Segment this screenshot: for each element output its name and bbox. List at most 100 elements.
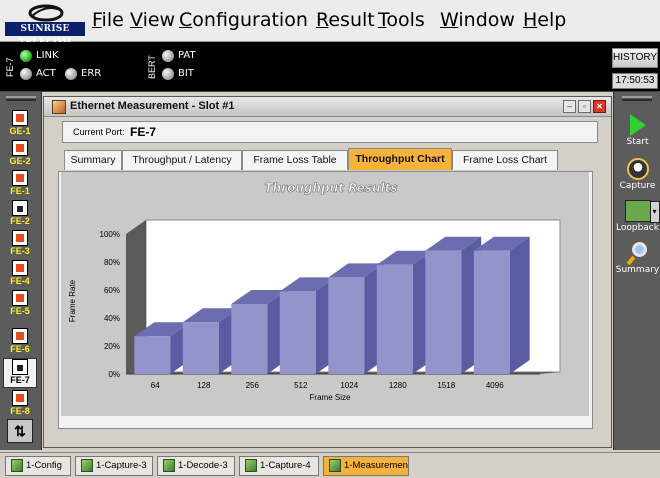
port-sidebar: GE-1 GE-2 FE-1 FE-2 FE-3 FE-4 FE-5 FE-6 … (0, 92, 42, 450)
tab-frame-loss-table[interactable]: Frame Loss Table (242, 150, 348, 170)
start-button[interactable]: Start (614, 114, 660, 147)
menu-view[interactable]: View (130, 9, 175, 31)
taskbar-item-1-capture-4[interactable]: 1-Capture-4 (239, 456, 319, 476)
window-title: Ethernet Measurement - Slot #1 (70, 100, 235, 112)
menu-window[interactable]: Window (440, 9, 515, 31)
sidebar-port-ge-2[interactable]: GE-2 (3, 140, 37, 170)
magnifier-icon (626, 242, 649, 266)
capture-button[interactable]: Capture (614, 158, 660, 191)
document-icon (245, 458, 257, 472)
err-led-icon (65, 68, 77, 80)
menu-file[interactable]: File (92, 9, 124, 31)
menu-bar: SUNRISE TELECOM File View Configuration … (0, 0, 660, 48)
sidebar-port-fe-2[interactable]: FE-2 (3, 200, 37, 230)
tab-bar: Summary Throughput / Latency Frame Loss … (64, 148, 564, 170)
act-led-icon (20, 68, 32, 80)
swap-arrows-button[interactable]: ⇅ (7, 419, 33, 443)
document-icon (11, 458, 23, 472)
clock-display: 17:50:53 (612, 73, 658, 89)
action-toolbar: Start Capture ▾ Loopback Summary (613, 92, 660, 450)
document-icon (163, 458, 175, 472)
port-icon (12, 230, 28, 246)
x-tick-label: 1518 (437, 381, 455, 390)
taskbar-item-1-config[interactable]: 1-Config (5, 456, 71, 476)
bit-led-icon (162, 68, 174, 80)
ethernet-port-icon (12, 359, 28, 375)
summary-button[interactable]: Summary (614, 242, 660, 275)
loopback-dropdown[interactable]: ▾ (649, 201, 660, 223)
port-icon (12, 290, 28, 306)
restore-button[interactable]: ▫ (578, 100, 591, 113)
menu-help[interactable]: Help (523, 9, 566, 31)
tab-throughput-chart[interactable]: Throughput Chart (348, 148, 452, 170)
measurement-window: Ethernet Measurement - Slot #1 – ▫ ✕ Cur… (43, 96, 612, 448)
sidebar-port-fe-7[interactable]: FE-7 (3, 358, 37, 388)
throughput-chart: Throughput Results 0% 20% 40% 60% 80% 100% Fram… (68, 181, 561, 402)
sidebar-grip[interactable] (6, 96, 36, 101)
err-label: ERR (81, 68, 102, 79)
y-tick-label: 20% (104, 342, 120, 351)
taskbar-item-1-capture-3[interactable]: 1-Capture-3 (75, 456, 153, 476)
current-port-row: Current Port: FE-7 (62, 121, 598, 143)
bar (328, 277, 365, 374)
port-icon (12, 328, 28, 344)
app-window: SUNRISE TELECOM File View Configuration … (0, 0, 660, 478)
bar (134, 336, 171, 374)
window-title-bar[interactable]: Ethernet Measurement - Slot #1 – ▫ ✕ (44, 97, 611, 117)
history-button[interactable]: HISTORY (612, 48, 658, 68)
toolbar-grip[interactable] (622, 96, 652, 101)
pat-label: PAT (178, 50, 196, 61)
document-icon (81, 458, 93, 472)
x-tick-label: 64 (151, 381, 160, 390)
sidebar-port-fe-5[interactable]: FE-5 (3, 290, 37, 320)
tab-summary[interactable]: Summary (64, 150, 122, 170)
tab-throughput-latency[interactable]: Throughput / Latency (122, 150, 242, 170)
y-tick-label: 100% (100, 230, 120, 239)
link-label: LINK (36, 50, 59, 61)
x-tick-label: 1024 (340, 381, 358, 390)
window-app-icon (52, 100, 66, 114)
status-bar: FE-7 LINK ACT ERR BERT PAT BIT HISTORY 1… (0, 42, 660, 92)
bit-label: BIT (178, 68, 194, 79)
loopback-button[interactable]: ▾ Loopback (614, 200, 660, 233)
sidebar-port-fe-1[interactable]: FE-1 (3, 170, 37, 200)
sidebar-port-fe-4[interactable]: FE-4 (3, 260, 37, 290)
close-button[interactable]: ✕ (593, 100, 606, 113)
play-icon (629, 114, 646, 136)
menu-tools[interactable]: Tools (378, 9, 425, 31)
port-icon (12, 260, 28, 276)
port-icon (12, 170, 28, 186)
sidebar-port-fe-3[interactable]: FE-3 (3, 230, 37, 260)
bar (425, 250, 462, 374)
x-axis-label: Frame Size (310, 393, 351, 402)
y-tick-label: 80% (104, 258, 120, 267)
tab-frame-loss-chart[interactable]: Frame Loss Chart (452, 150, 558, 170)
taskbar: 1-Config 1-Capture-3 1-Decode-3 1-Capture-4… (0, 452, 660, 478)
minimize-button[interactable]: – (563, 100, 576, 113)
y-axis-label: Frame Rate (68, 279, 77, 322)
x-tick-label: 512 (294, 381, 308, 390)
sidebar-port-ge-1[interactable]: GE-1 (3, 110, 37, 140)
bar (182, 322, 219, 374)
port-icon (12, 390, 28, 406)
taskbar-item-label: 1-Decode-3 (178, 460, 228, 471)
taskbar-item-1-decode-3[interactable]: 1-Decode-3 (157, 456, 235, 476)
bar (231, 304, 268, 374)
menu-result[interactable]: Result (316, 9, 375, 31)
taskbar-item-1-measurement[interactable]: 1-Measurement (323, 456, 409, 476)
sidebar-port-fe-8[interactable]: FE-8 (3, 390, 37, 420)
ethernet-port-icon (12, 200, 28, 216)
pat-led-icon (162, 50, 174, 62)
y-tick-label: 0% (108, 370, 120, 379)
sidebar-port-fe-6[interactable]: FE-6 (3, 328, 37, 358)
bar (376, 264, 413, 374)
x-tick-label: 128 (197, 381, 211, 390)
loopback-icon: ▾ (624, 200, 660, 223)
bar (473, 250, 510, 374)
menu-configuration[interactable]: Configuration (179, 9, 308, 31)
document-icon (329, 458, 341, 472)
chart-panel: Throughput Results 0% 20% 40% 60% 80% 100% Fram… (58, 171, 593, 429)
x-tick-label: 1280 (389, 381, 407, 390)
port-icon (12, 110, 28, 126)
act-label: ACT (36, 68, 56, 79)
